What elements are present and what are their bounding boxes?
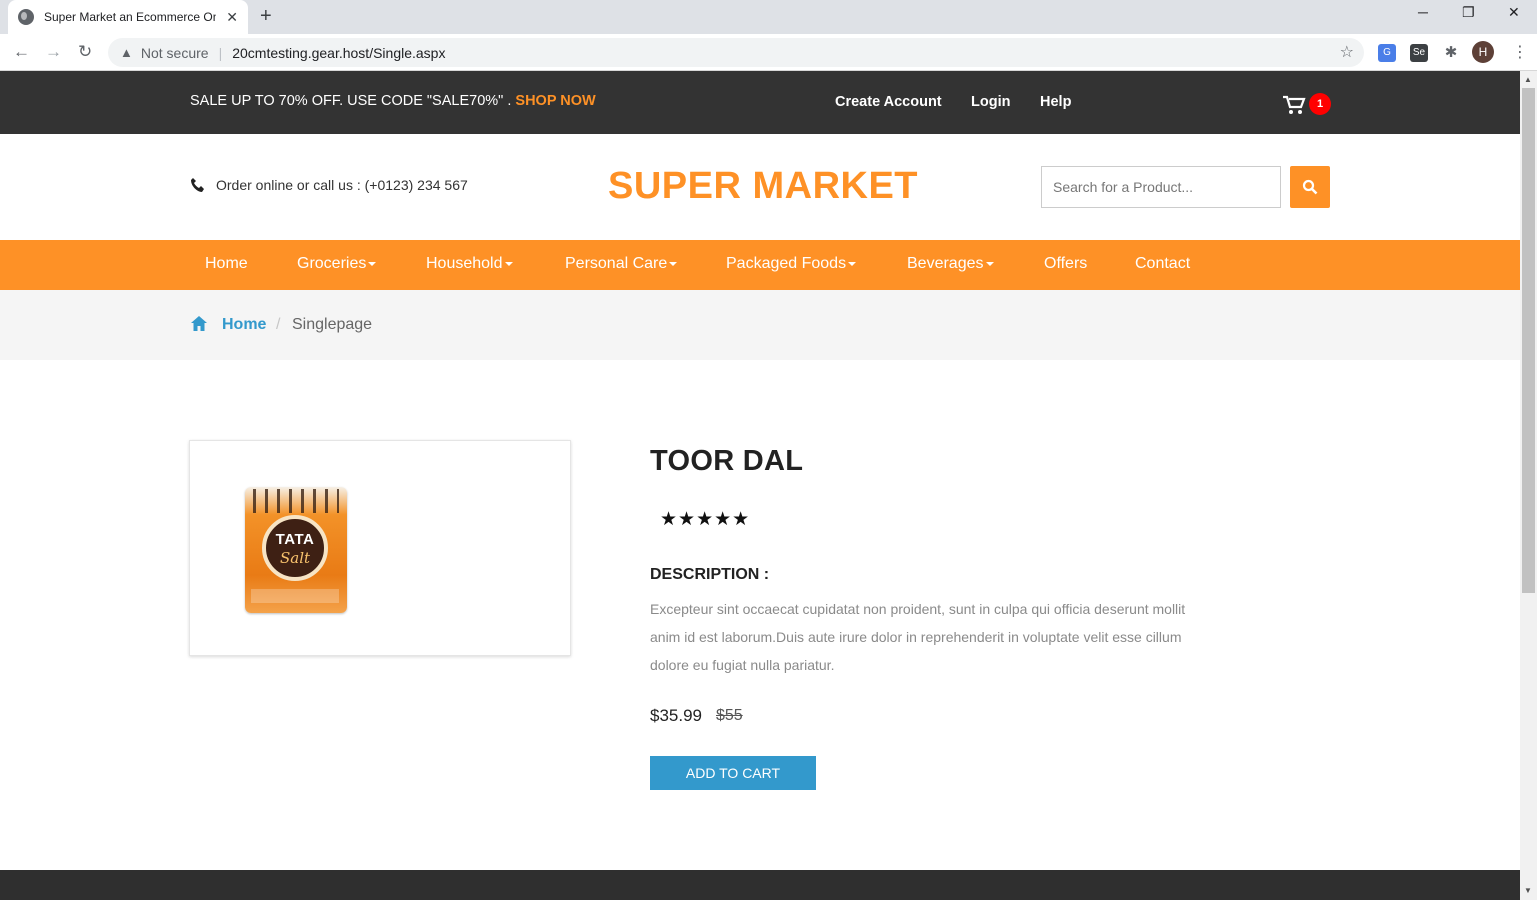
footer	[0, 870, 1520, 900]
home-icon[interactable]	[190, 315, 208, 332]
create-account-link[interactable]: Create Account	[835, 94, 942, 110]
site-header: Order online or call us : (+0123) 234 56…	[0, 134, 1520, 240]
nav-offers[interactable]: Offers	[1044, 255, 1087, 273]
product-image: TATA Salt	[245, 487, 347, 613]
shop-now-link[interactable]: SHOP NOW	[515, 93, 595, 109]
nav-personal-care[interactable]: Personal Care	[565, 255, 678, 273]
cart-button[interactable]: 1	[1282, 93, 1332, 117]
browser-tab-strip: Super Market an Ecommerce Onl ✕ + ─ ❐ ✕	[0, 0, 1537, 34]
browser-tab[interactable]: Super Market an Ecommerce Onl ✕	[8, 0, 248, 34]
search-button[interactable]	[1290, 166, 1330, 208]
nav-home[interactable]: Home	[205, 255, 248, 273]
product-description: Excepteur sint occaecat cupidatat non pr…	[650, 601, 1186, 673]
phone-icon	[191, 178, 204, 192]
back-icon[interactable]: ←	[13, 42, 30, 62]
phone-text: Order online or call us : (+0123) 234 56…	[216, 177, 468, 193]
profile-avatar[interactable]: H	[1472, 41, 1494, 63]
caret-down-icon	[985, 261, 994, 266]
page-scrollbar[interactable]: ▲ ▼	[1520, 71, 1537, 900]
nav-household[interactable]: Household	[426, 255, 513, 273]
extensions-puzzle-icon[interactable]: ✱	[1442, 44, 1460, 62]
product-image-frame[interactable]: TATA Salt	[189, 440, 571, 656]
omnibox[interactable]: ▲ Not secure | 20cmtesting.gear.host/Sin…	[108, 38, 1364, 67]
close-window-icon[interactable]: ✕	[1508, 4, 1520, 21]
phone-contact: Order online or call us : (+0123) 234 56…	[190, 177, 468, 193]
reload-icon[interactable]: ↻	[78, 42, 92, 62]
address-bar: ← → ↻ ▲ Not secure | 20cmtesting.gear.ho…	[0, 34, 1537, 71]
promo-text: SALE UP TO 70% OFF. USE CODE "SALE70%" .…	[190, 93, 596, 109]
new-tab-icon[interactable]: +	[260, 5, 272, 28]
nav-beverages[interactable]: Beverages	[907, 255, 994, 273]
search-input[interactable]	[1041, 166, 1281, 208]
close-tab-icon[interactable]: ✕	[226, 9, 238, 26]
cart-icon	[1283, 95, 1306, 114]
rating-stars[interactable]: ★★★★★	[660, 508, 750, 531]
caret-down-icon	[368, 261, 377, 266]
description-label: DESCRIPTION :	[650, 566, 770, 583]
product-price: $35.99	[650, 706, 702, 725]
add-to-cart-button[interactable]: ADD TO CART	[650, 756, 816, 790]
warning-icon: ▲	[120, 45, 133, 60]
selenium-extension-icon[interactable]: Se	[1410, 44, 1428, 62]
url-text[interactable]: 20cmtesting.gear.host/Single.aspx	[232, 45, 445, 61]
scrollbar-thumb[interactable]	[1522, 88, 1535, 593]
caret-down-icon	[669, 261, 678, 266]
tab-title: Super Market an Ecommerce Onl	[44, 10, 216, 24]
breadcrumb-current: Singlepage	[292, 316, 373, 333]
scroll-up-arrow-icon[interactable]: ▲	[1524, 75, 1532, 84]
login-link[interactable]: Login	[971, 94, 1010, 110]
breadcrumb-home-link[interactable]: Home	[222, 316, 266, 334]
product-image-brand: TATA	[275, 531, 315, 548]
bookmark-star-icon[interactable]: ☆	[1340, 42, 1354, 62]
globe-icon	[18, 9, 34, 25]
caret-down-icon	[504, 261, 513, 266]
main-nav: Home Groceries Household Personal Care P…	[0, 240, 1520, 290]
nav-groceries[interactable]: Groceries	[297, 255, 377, 273]
product-old-price: $55	[716, 707, 743, 724]
top-promo-bar: SALE UP TO 70% OFF. USE CODE "SALE70%" .…	[0, 71, 1520, 134]
breadcrumb: Home / Singlepage	[0, 290, 1520, 360]
search-icon	[1302, 179, 1318, 195]
page-viewport: SALE UP TO 70% OFF. USE CODE "SALE70%" .…	[0, 71, 1520, 900]
scroll-down-arrow-icon[interactable]: ▼	[1524, 886, 1532, 895]
breadcrumb-separator: /	[276, 316, 281, 333]
caret-down-icon	[848, 261, 857, 266]
help-link[interactable]: Help	[1040, 94, 1071, 110]
not-secure-label: Not secure	[140, 44, 209, 61]
site-logo[interactable]: SUPER MARKET	[608, 165, 918, 208]
minimize-icon[interactable]: ─	[1418, 4, 1428, 20]
browser-menu-icon[interactable]: ⋮	[1512, 42, 1528, 62]
product-title: TOOR DAL	[650, 445, 804, 477]
nav-contact[interactable]: Contact	[1135, 255, 1190, 273]
forward-icon[interactable]: →	[45, 42, 62, 62]
cart-count-badge: 1	[1309, 93, 1331, 115]
translate-extension-icon[interactable]: G	[1378, 44, 1396, 62]
nav-packaged-foods[interactable]: Packaged Foods	[726, 255, 857, 273]
restore-icon[interactable]: ❐	[1462, 4, 1475, 21]
product-image-name: Salt	[279, 549, 311, 567]
